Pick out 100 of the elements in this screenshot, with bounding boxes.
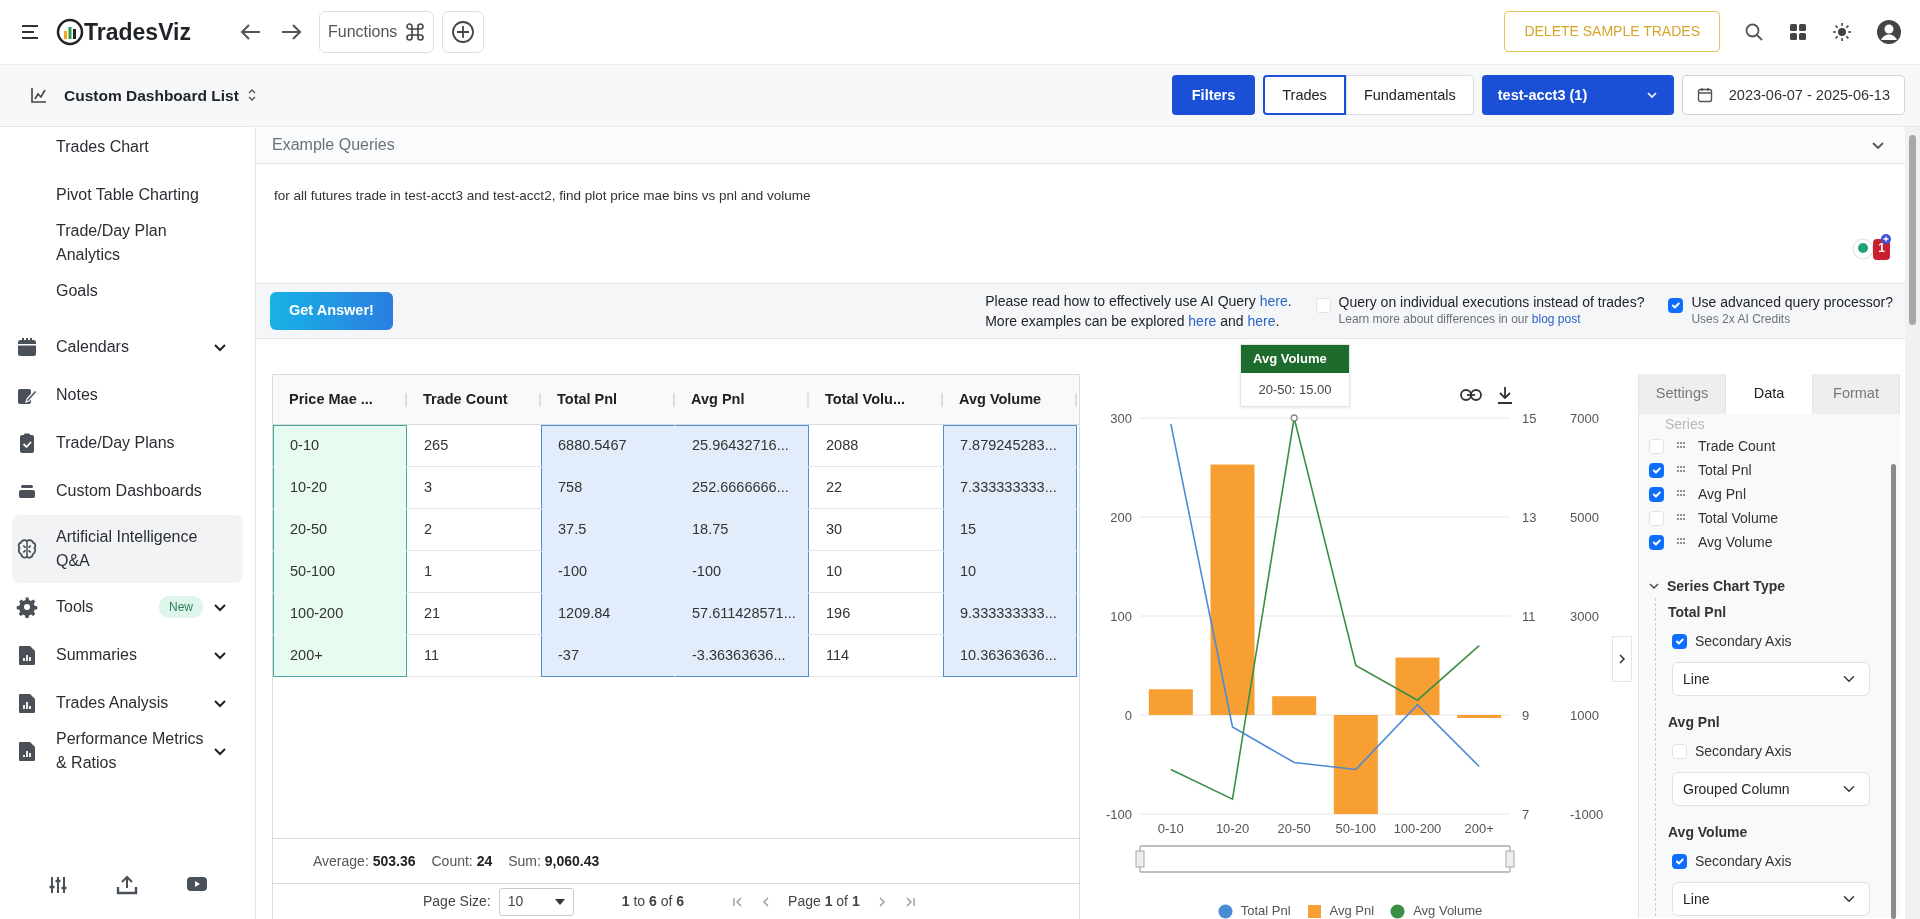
page-size-select[interactable]: 10 [498,887,574,916]
checkbox[interactable] [1672,634,1687,650]
sidebar-item[interactable]: Summaries [12,631,243,680]
tab[interactable]: Fundamentals [1345,75,1474,116]
apps-grid-icon[interactable] [1788,21,1808,42]
user-avatar-icon[interactable] [1876,18,1902,45]
range-navigator[interactable] [1135,845,1515,873]
axis-label: 50-100 [1335,821,1377,837]
table-cell-text: 114 [825,646,851,666]
sidebar-item[interactable]: Trades Chart [12,127,243,172]
bar[interactable] [1395,657,1440,716]
sidebar-item[interactable]: Notes [12,371,243,420]
axis-label: 15 [1522,411,1537,427]
legend-label[interactable]: Total Pnl [1240,901,1291,919]
column-header[interactable]: Avg Pnl [691,388,745,411]
new-badge: New [159,596,203,619]
link-icon[interactable] [1460,388,1482,403]
grammar-assistant-icon [1851,233,1891,262]
expand-panel-button[interactable] [1612,636,1632,683]
sun-icon[interactable] [1832,21,1852,42]
document-chart-icon [16,740,38,763]
tab[interactable]: Format [1813,374,1900,415]
account-dropdown[interactable]: test-acct3 (1) [1481,75,1674,116]
axis-label: 20-50 [1277,821,1311,837]
bar[interactable] [1333,715,1378,815]
brain-icon [16,538,38,561]
date-range-picker[interactable]: 2023-06-07 - 2025-06-13 [1681,75,1905,116]
bar[interactable] [1148,689,1193,716]
download-icon[interactable] [1497,386,1513,405]
series-name: Avg Volume [1668,823,1749,843]
table-cell-text: 21 [423,604,442,624]
column-header[interactable]: Avg Volume [959,388,1042,411]
link[interactable]: blog post [1531,312,1581,327]
column-header[interactable]: Trade Count [423,388,508,411]
checkbox[interactable] [1649,486,1664,502]
sidebar-item[interactable]: Trade/Day Plans [12,419,243,468]
chart-type-select[interactable]: Grouped Column [1672,772,1870,807]
table-cell: 758 [541,467,675,510]
document-chart-icon [16,644,38,667]
notification-count: 1 [1878,240,1885,258]
axis-label: -1000 [1570,807,1604,823]
column-header[interactable]: Price Mae ... [289,388,373,411]
option-label: Query on individual executions instead of trades? [1338,294,1645,312]
checkbox[interactable] [1668,298,1684,314]
play-button-icon[interactable] [185,875,208,893]
upload-icon[interactable] [115,875,138,895]
legend-marker-icon [1306,903,1322,919]
scrollbar[interactable] [1909,135,1916,326]
calendar-icon [1696,87,1713,104]
search-icon[interactable] [1744,21,1764,42]
link[interactable]: here [1259,293,1288,310]
sidebar-item[interactable]: Performance Metrics & Ratios [12,727,243,776]
axis-label: 300 [1110,411,1132,427]
dashboard-list-dropdown[interactable]: Custom Dashboard List [64,83,257,108]
chart-type-select[interactable]: Line [1672,882,1870,917]
table-cell-text: 11 [423,646,441,666]
add-icon[interactable] [442,10,485,53]
bar[interactable] [1210,464,1255,716]
sidebar-item[interactable]: Goals [12,267,243,316]
chart-type-select[interactable]: Line [1672,662,1870,697]
filters-button[interactable]: Filters [1171,75,1256,116]
table-cell: -37 [541,635,675,678]
table-cell-text: 1 [423,562,434,582]
legend-label[interactable]: Avg Volume [1413,901,1483,919]
tab[interactable]: Data [1726,374,1813,415]
checkbox-label: Secondary Axis [1695,742,1792,762]
sidebar-item[interactable]: Artificial Intelligence Q&A [12,515,243,584]
checkbox[interactable] [1672,854,1687,870]
legend-label[interactable]: Avg Pnl [1329,901,1375,919]
column-header[interactable]: Total Pnl [557,388,618,411]
tab[interactable]: Settings [1639,374,1726,415]
sliders-icon[interactable] [47,875,68,895]
table-cell-text: 22 [825,478,844,498]
summary-stat: Average: 503.36 [313,851,416,871]
sidebar-item[interactable]: Trades Analysis [12,679,243,728]
functions-button[interactable]: Functions [319,10,435,53]
sidebar-item[interactable]: Custom Dashboards [12,467,243,516]
link[interactable]: here [1188,313,1217,330]
sidebar-item[interactable]: Calendars [12,323,243,372]
checkbox[interactable] [1649,534,1664,550]
axis-label: 200+ [1464,821,1494,837]
option-note: Learn more about differences in our blog post [1338,311,1582,329]
table-cell: -100 [675,551,809,594]
bar[interactable] [1457,715,1502,719]
axis-label: 7000 [1570,411,1599,427]
axis-label: 7 [1522,807,1530,823]
bar[interactable] [1272,696,1317,716]
sidebar-item[interactable]: Pivot Table Charting [12,171,243,220]
checkbox[interactable] [1649,462,1664,478]
scrollbar[interactable] [1891,464,1896,919]
tab[interactable]: Trades [1263,75,1346,116]
table-cell: 57.611428571... [675,593,809,636]
column-header[interactable]: Total Volu... [825,388,905,411]
table-cell: 10.36363636... [943,635,1077,678]
table-cell: 18.75 [675,509,809,552]
sidebar-item[interactable]: Tools New [12,583,243,632]
sidebar-item[interactable]: Trade/Day Plan Analytics [12,219,243,268]
page-indicator: Page 1 of 1 [788,892,860,912]
link[interactable]: here [1247,313,1276,330]
brand-name[interactable]: TradesViz [84,14,191,50]
